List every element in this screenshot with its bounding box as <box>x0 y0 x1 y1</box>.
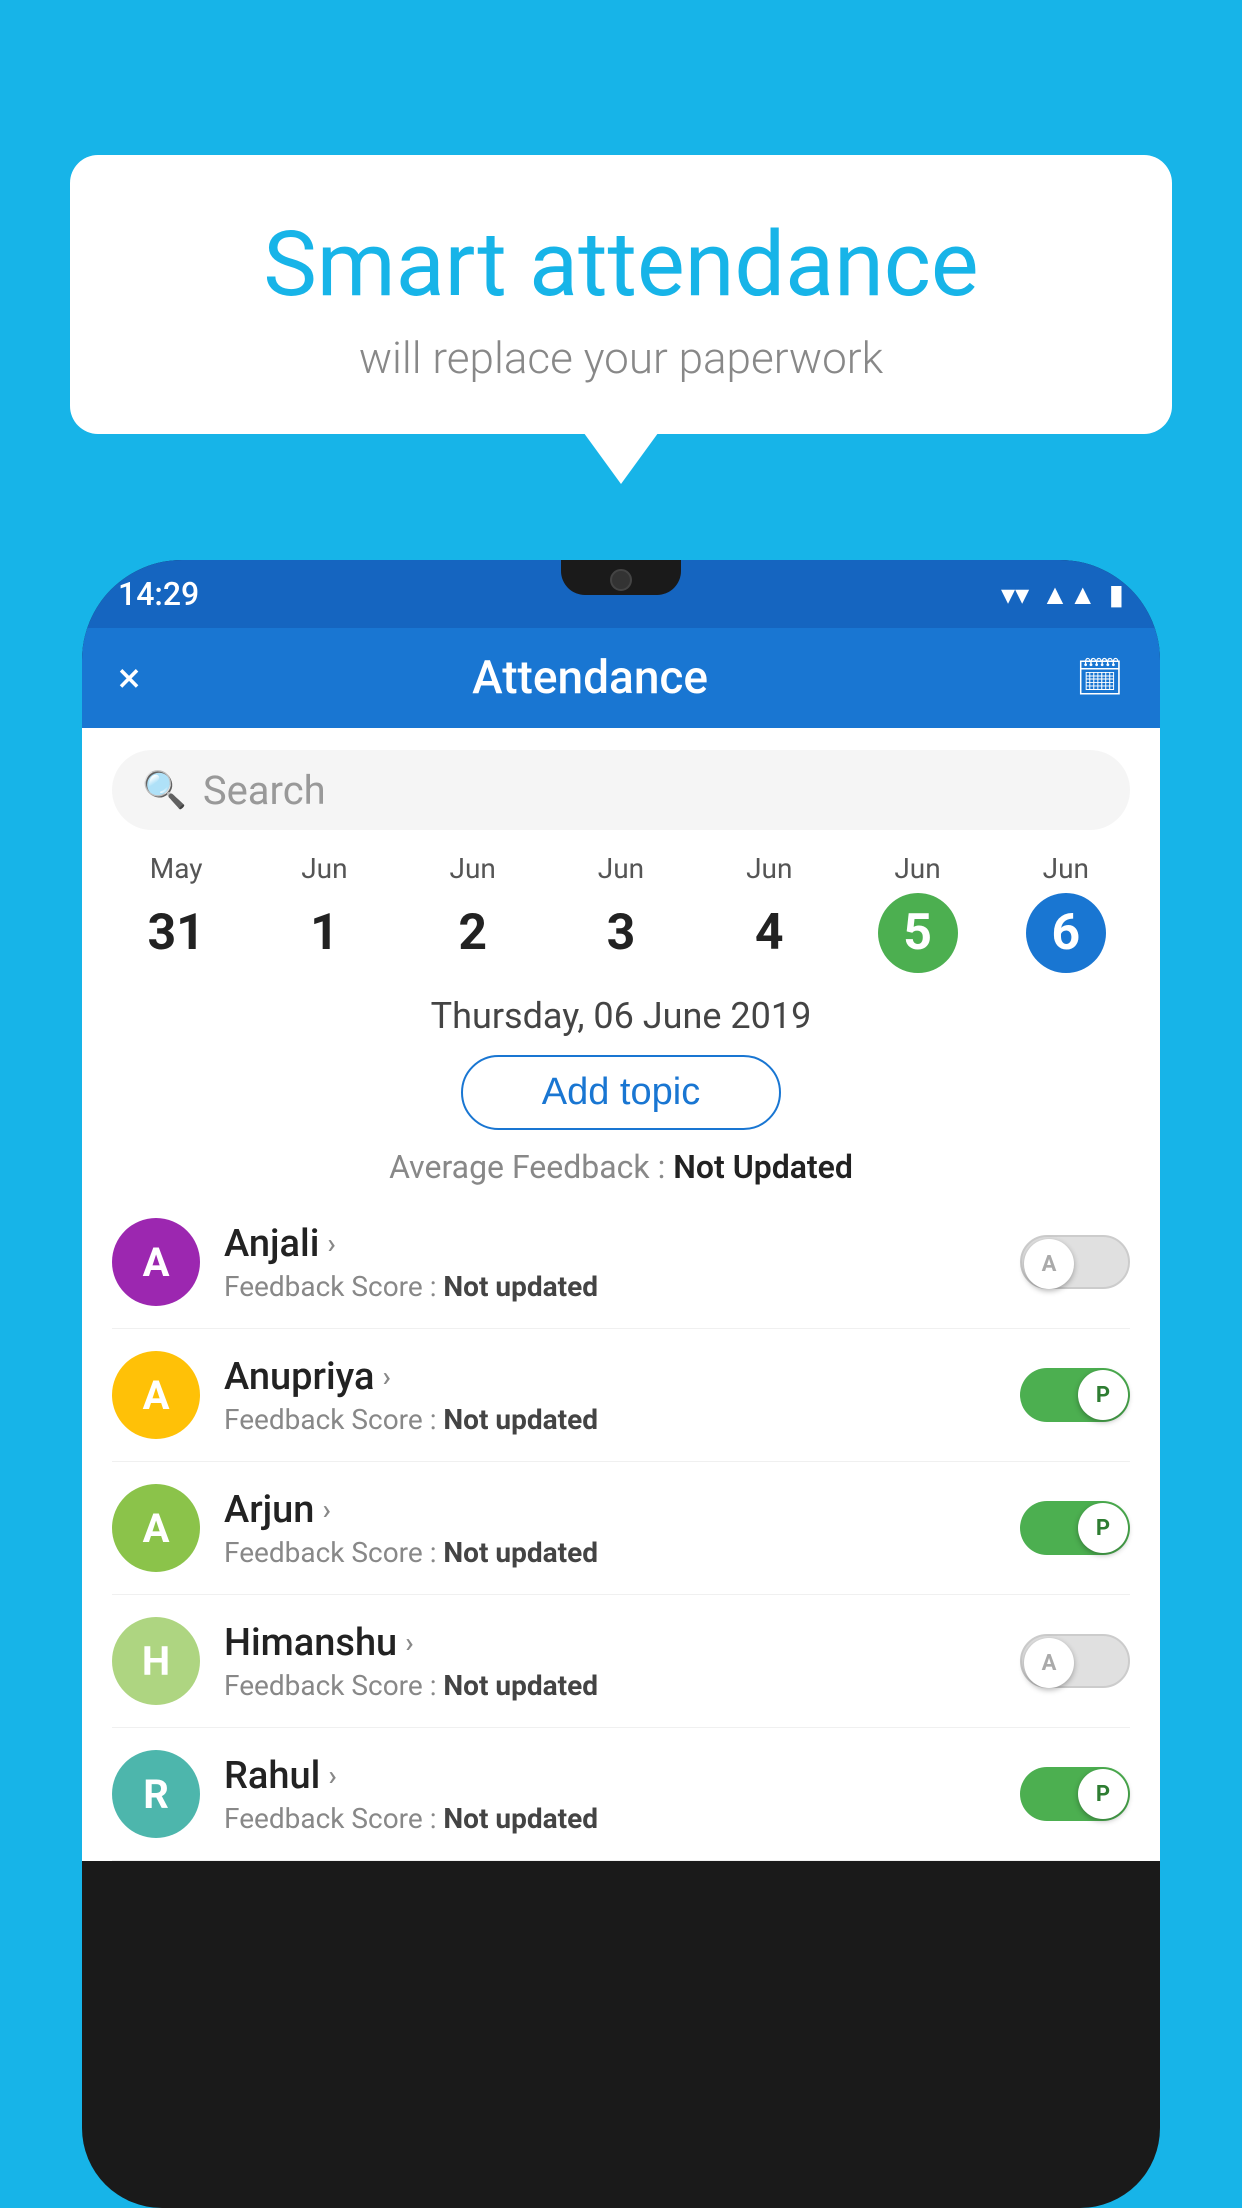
cal-date-5[interactable]: 5 <box>878 893 958 973</box>
chevron-icon-0: › <box>327 1227 335 1260</box>
student-info-4: Rahul › Feedback Score : Not updated <box>224 1754 996 1835</box>
search-bar[interactable]: 🔍 Search <box>112 750 1130 830</box>
calendar-strip: May 31 Jun 1 Jun 2 Jun 3 Jun 4 Jun 5 Jun 6 <box>82 852 1160 973</box>
calendar-day-4[interactable]: Jun 4 <box>695 852 843 973</box>
average-feedback-value: Not Updated <box>673 1148 853 1186</box>
toggle-4[interactable]: P <box>1020 1767 1130 1821</box>
cal-date-1[interactable]: 1 <box>284 893 364 973</box>
bubble-subtitle: will replace your paperwork <box>140 332 1102 384</box>
calendar-day-1[interactable]: Jun 1 <box>250 852 398 973</box>
toggle-2[interactable]: P <box>1020 1501 1130 1555</box>
status-bar: 14:29 ▾▾ ▲▲ ▮ <box>82 560 1160 628</box>
student-name-4: Rahul › <box>224 1754 996 1798</box>
calendar-icon[interactable]: 🗓 <box>1076 656 1124 700</box>
student-item-1[interactable]: A Anupriya › Feedback Score : Not updated P <box>112 1329 1130 1462</box>
search-input[interactable]: Search <box>203 767 1100 814</box>
phone-frame: 14:29 ▾▾ ▲▲ ▮ × Attendance 🗓 🔍 Search Ma… <box>82 560 1160 2208</box>
student-item-4[interactable]: R Rahul › Feedback Score : Not updated P <box>112 1728 1130 1861</box>
search-icon: 🔍 <box>142 769 187 811</box>
student-name-0: Anjali › <box>224 1222 996 1266</box>
avatar-1: A <box>112 1351 200 1439</box>
cal-month-3: Jun <box>547 852 695 885</box>
toggle-1[interactable]: P <box>1020 1368 1130 1422</box>
cal-month-5: Jun <box>843 852 991 885</box>
selected-date-label: Thursday, 06 June 2019 <box>82 995 1160 1037</box>
app-bar: × Attendance 🗓 <box>82 628 1160 728</box>
student-info-1: Anupriya › Feedback Score : Not updated <box>224 1355 996 1436</box>
calendar-day-0[interactable]: May 31 <box>102 852 250 973</box>
avatar-4: R <box>112 1750 200 1838</box>
chevron-icon-2: › <box>322 1493 330 1526</box>
screen-content: 🔍 Search May 31 Jun 1 Jun 2 Jun 3 Jun 4 Jun 5 Jun 6 T… <box>82 728 1160 1861</box>
student-info-2: Arjun › Feedback Score : Not updated <box>224 1488 996 1569</box>
wifi-icon: ▾▾ <box>1001 578 1029 611</box>
cal-date-0[interactable]: 31 <box>136 893 216 973</box>
feedback-score-1: Feedback Score : Not updated <box>224 1403 996 1436</box>
average-feedback: Average Feedback : Not Updated <box>82 1148 1160 1186</box>
cal-month-6: Jun <box>992 852 1140 885</box>
add-topic-button[interactable]: Add topic <box>461 1055 781 1130</box>
student-info-0: Anjali › Feedback Score : Not updated <box>224 1222 996 1303</box>
avatar-2: A <box>112 1484 200 1572</box>
toggle-3[interactable]: A <box>1020 1634 1130 1688</box>
cal-date-3[interactable]: 3 <box>581 893 661 973</box>
student-item-3[interactable]: H Himanshu › Feedback Score : Not updated A <box>112 1595 1130 1728</box>
cal-date-4[interactable]: 4 <box>729 893 809 973</box>
student-item-0[interactable]: A Anjali › Feedback Score : Not updated A <box>112 1196 1130 1329</box>
average-feedback-label: Average Feedback : <box>389 1148 665 1186</box>
feedback-score-3: Feedback Score : Not updated <box>224 1669 996 1702</box>
feedback-score-4: Feedback Score : Not updated <box>224 1802 996 1835</box>
student-info-3: Himanshu › Feedback Score : Not updated <box>224 1621 996 1702</box>
calendar-day-3[interactable]: Jun 3 <box>547 852 695 973</box>
bubble-title: Smart attendance <box>140 215 1102 314</box>
cal-month-2: Jun <box>399 852 547 885</box>
cal-month-4: Jun <box>695 852 843 885</box>
signal-icon: ▲▲ <box>1041 578 1096 611</box>
student-list: AAnjali ›Feedback Score : Not updatedAAA… <box>82 1196 1160 1861</box>
speech-bubble: Smart attendance will replace your paper… <box>70 155 1172 434</box>
student-name-2: Arjun › <box>224 1488 996 1532</box>
student-item-2[interactable]: A Arjun › Feedback Score : Not updated P <box>112 1462 1130 1595</box>
cal-month-0: May <box>102 852 250 885</box>
student-name-3: Himanshu › <box>224 1621 996 1665</box>
chevron-icon-3: › <box>405 1626 413 1659</box>
calendar-day-2[interactable]: Jun 2 <box>399 852 547 973</box>
chevron-icon-1: › <box>382 1360 390 1393</box>
avatar-3: H <box>112 1617 200 1705</box>
toggle-0[interactable]: A <box>1020 1235 1130 1289</box>
notch <box>561 560 681 595</box>
status-icons: ▾▾ ▲▲ ▮ <box>1001 578 1124 611</box>
app-bar-title: Attendance <box>128 651 1051 705</box>
feedback-score-0: Feedback Score : Not updated <box>224 1270 996 1303</box>
cal-date-2[interactable]: 2 <box>433 893 513 973</box>
cal-month-1: Jun <box>250 852 398 885</box>
student-name-1: Anupriya › <box>224 1355 996 1399</box>
feedback-score-2: Feedback Score : Not updated <box>224 1536 996 1569</box>
avatar-0: A <box>112 1218 200 1306</box>
chevron-icon-4: › <box>328 1759 336 1792</box>
calendar-day-6[interactable]: Jun 6 <box>992 852 1140 973</box>
battery-icon: ▮ <box>1109 578 1124 611</box>
notch-camera <box>610 569 632 591</box>
status-time: 14:29 <box>118 575 199 613</box>
calendar-day-5[interactable]: Jun 5 <box>843 852 991 973</box>
cal-date-6[interactable]: 6 <box>1026 893 1106 973</box>
